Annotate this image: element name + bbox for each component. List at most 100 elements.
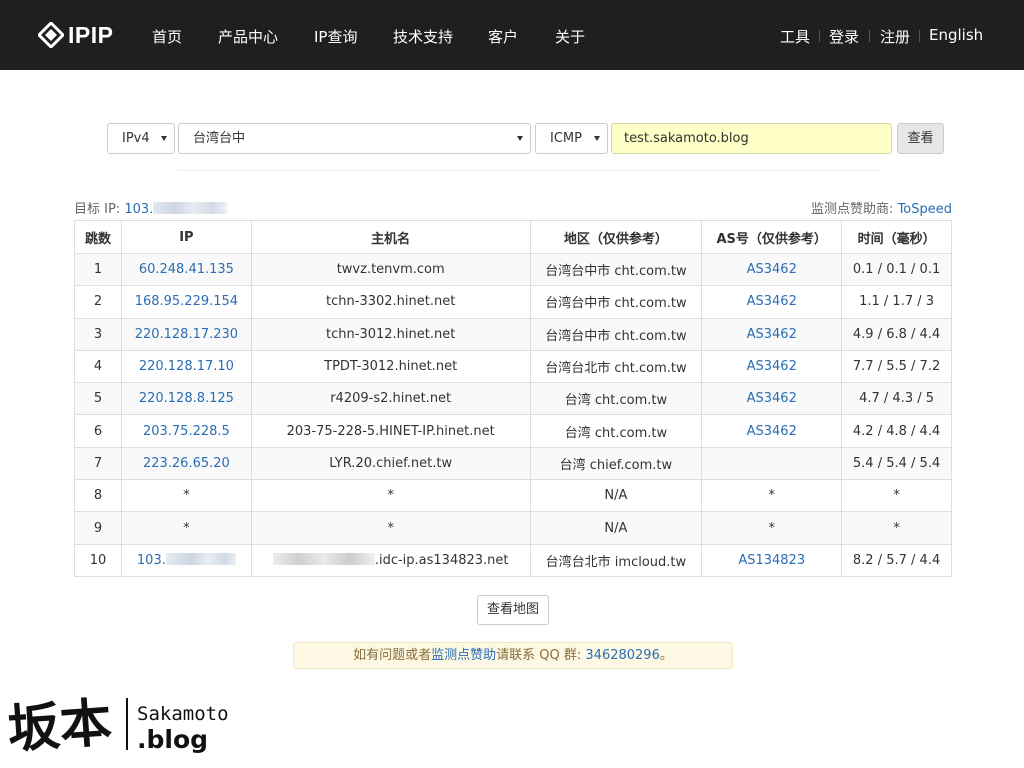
nav-separator	[869, 30, 870, 42]
notice-prefix: 如有问题或者	[353, 648, 432, 663]
host-cell: tchn-3302.hinet.net	[250, 285, 531, 319]
host-cell: LYR.20.chief.net.tw	[250, 446, 531, 481]
ip-prefix: 103.	[136, 552, 166, 568]
nav-item-about[interactable]: 关于	[555, 26, 585, 47]
nav-item-ip-lookup[interactable]: IP查询	[314, 26, 357, 47]
ip-link[interactable]: 223.26.65.20	[143, 456, 230, 471]
hop-cell: 9	[74, 511, 122, 545]
hop-cell: 3	[74, 317, 122, 351]
hop-cell: 8	[74, 479, 122, 513]
notice-suffix: 。	[659, 648, 673, 663]
target-ip-link[interactable]: 103.	[124, 202, 228, 217]
ip-link[interactable]: 60.248.41.135	[139, 262, 234, 277]
traceroute-table: 跳数 IP 主机名 地区（仅供参考） AS号（仅供参考） 时间（毫秒） 1 60…	[74, 220, 952, 577]
host-cell: twvz.tenvm.com	[250, 252, 531, 287]
nav-item-login[interactable]: 登录	[829, 26, 859, 47]
qq-group-link[interactable]: 346280296	[585, 648, 659, 663]
ip-cell: *	[120, 511, 252, 545]
sponsor-contact-link[interactable]: 监测点赞助	[431, 648, 496, 663]
as-link[interactable]: AS134823	[738, 553, 805, 568]
time-cell: 1.1 / 1.7 / 3	[841, 285, 952, 319]
ip-cell: 60.248.41.135	[120, 252, 252, 287]
as-cell: AS3462	[701, 285, 843, 319]
ip-link[interactable]: 168.95.229.154	[135, 294, 238, 309]
watermark-line1: Sakamoto	[137, 703, 229, 725]
nav-item-register[interactable]: 注册	[880, 26, 910, 47]
time-cell: 4.2 / 4.8 / 4.4	[841, 414, 952, 448]
as-link[interactable]: AS3462	[747, 294, 797, 309]
notice-middle: 请联系 QQ 群:	[496, 648, 586, 663]
nav-item-english[interactable]: English	[929, 26, 983, 44]
column-header: 跳数	[74, 220, 122, 254]
location-select[interactable]: 台湾台中	[178, 123, 531, 154]
nav-separator	[819, 30, 820, 42]
location-value: 台湾台中	[193, 131, 246, 146]
column-header: 时间（毫秒）	[841, 220, 952, 254]
target-ip: 目标 IP: 103.	[74, 198, 228, 217]
table-row: 3 220.128.17.230 tchn-3012.hinet.net 台湾台…	[74, 317, 952, 351]
time-cell: 8.2 / 5.7 / 4.4	[841, 543, 952, 577]
time-cell: 4.9 / 6.8 / 4.4	[841, 317, 952, 351]
ip-link[interactable]: 220.128.8.125	[139, 391, 234, 406]
ip-cell: 168.95.229.154	[120, 285, 252, 319]
region-cell: 台湾台中市 cht.com.tw	[529, 285, 703, 319]
ip-cell: 220.128.8.125	[120, 382, 252, 416]
nav-item-customers[interactable]: 客户	[488, 26, 518, 47]
chevron-down-icon	[517, 136, 523, 141]
nav-separator	[919, 30, 920, 42]
ip-link[interactable]: 220.128.17.230	[135, 327, 238, 342]
ip-cell: *	[120, 479, 252, 513]
column-header: AS号（仅供参考）	[701, 220, 843, 254]
table-row: 4 220.128.17.10 TPDT-3012.hinet.net 台湾台北…	[74, 349, 952, 384]
protocol-select[interactable]: ICMP	[535, 123, 608, 154]
logo-text: IPIP	[68, 21, 114, 48]
host-input[interactable]: test.sakamoto.blog	[611, 123, 892, 154]
redacted-ip-mask	[153, 202, 228, 214]
nav-item-support[interactable]: 技术支持	[393, 26, 453, 47]
host-cell: .idc-ip.as134823.net	[250, 543, 531, 577]
nav-item-tools[interactable]: 工具	[780, 26, 810, 47]
host-suffix: .idc-ip.as134823.net	[374, 552, 509, 568]
time-cell: *	[841, 511, 952, 545]
ip-link[interactable]: 220.128.17.10	[139, 359, 234, 374]
hop-cell: 6	[74, 414, 122, 448]
sponsor-label: 监测点赞助商:	[811, 202, 898, 217]
sponsor-link[interactable]: ToSpeed	[898, 202, 952, 217]
hop-cell: 10	[74, 543, 122, 577]
view-button[interactable]: 查看	[897, 123, 944, 154]
site-logo[interactable]: IPIP	[38, 22, 113, 48]
ip-version-value: IPv4	[122, 131, 150, 146]
nav-item-products[interactable]: 产品中心	[218, 26, 278, 47]
watermark-line2: .blog	[137, 725, 208, 754]
as-link[interactable]: AS3462	[747, 262, 797, 277]
region-cell: N/A	[529, 511, 703, 545]
time-cell: *	[841, 479, 952, 513]
region-cell: 台湾台中市 cht.com.tw	[529, 317, 703, 351]
as-link[interactable]: AS3462	[747, 327, 797, 342]
hop-cell: 7	[74, 446, 122, 481]
as-cell: AS3462	[701, 252, 843, 287]
column-header: IP	[120, 220, 252, 254]
table-row: 5 220.128.8.125 r4209-s2.hinet.net 台湾 ch…	[74, 382, 952, 416]
region-cell: 台湾台中市 cht.com.tw	[529, 252, 703, 287]
view-map-button[interactable]: 查看地图	[477, 595, 549, 625]
hop-cell: 1	[74, 252, 122, 287]
hop-cell: 2	[74, 285, 122, 319]
form-divider	[178, 170, 880, 171]
ip-version-select[interactable]: IPv4	[107, 123, 175, 154]
nav-item-home[interactable]: 首页	[152, 26, 182, 47]
ip-cell: 220.128.17.10	[120, 349, 252, 384]
time-cell: 7.7 / 5.5 / 7.2	[841, 349, 952, 384]
as-link[interactable]: AS3462	[747, 359, 797, 374]
ip-link[interactable]: 203.75.228.5	[143, 424, 230, 439]
ip-link[interactable]: 103.	[136, 552, 236, 568]
as-cell: *	[701, 511, 843, 545]
column-header: 地区（仅供参考）	[529, 220, 703, 254]
region-cell: 台湾 chief.com.tw	[529, 446, 703, 481]
table-row: 2 168.95.229.154 tchn-3302.hinet.net 台湾台…	[74, 285, 952, 319]
time-cell: 0.1 / 0.1 / 0.1	[841, 252, 952, 287]
host-cell: 203-75-228-5.HINET-IP.hinet.net	[250, 414, 531, 448]
as-link[interactable]: AS3462	[747, 424, 797, 439]
sakamoto-blog-watermark: 坂本 Sakamoto .blog	[6, 692, 229, 760]
as-link[interactable]: AS3462	[747, 391, 797, 406]
